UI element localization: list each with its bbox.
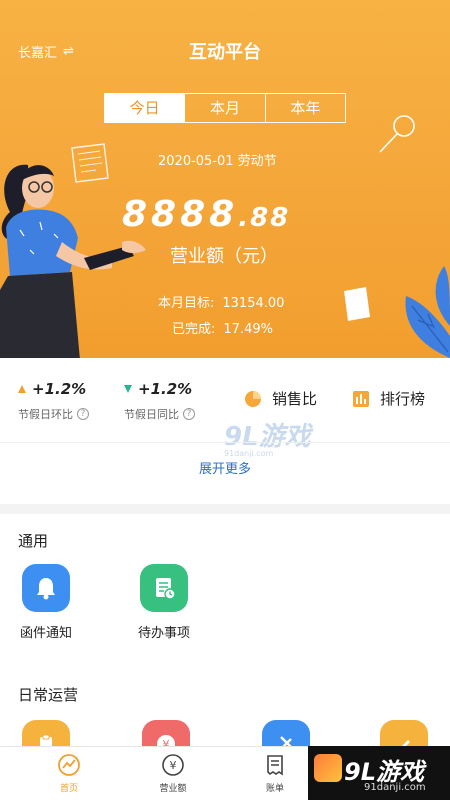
tab-revenue[interactable]: ¥ 营业额 [138,753,208,794]
holiday-yoy-stat: +1.2% 节假日同比 ? [124,380,195,422]
home-chart-icon [57,753,81,777]
daily-ops-section-title: 日常运营 [18,686,79,704]
watermark: 9L游戏 91danji.com [224,416,311,458]
sales-ratio-label: 销售比 [272,390,318,408]
mail-notice-tile[interactable]: 函件通知 [6,564,86,641]
mail-notice-label: 函件通知 [19,626,72,641]
general-section-title: 通用 [18,532,49,550]
corner-watermark-sub: 91danji.com [364,782,426,793]
tab-year[interactable]: 本年 [266,94,345,122]
pie-chart-icon [245,390,261,407]
revenue-label: 营业额（元） [170,246,278,267]
svg-text:¥: ¥ [170,759,177,772]
tab-revenue-label: 营业额 [159,784,187,794]
bell-icon [22,564,70,612]
daily-ops-section: 日常运营 ¥ [0,664,450,768]
tab-bill-label: 账单 [265,784,284,794]
bill-icon [263,753,287,777]
tab-today[interactable]: 今日 [105,94,186,122]
tab-home-label: 首页 [59,784,78,794]
bar-chart-icon [353,390,369,407]
hero-banner: 长嘉汇 ⇌ 互动平台 今日 本月 本年 2020-05-01 劳动节 8888.… [0,0,450,358]
tab-month[interactable]: 本月 [185,94,266,122]
corner-watermark: 9L游戏 91danji.com [308,746,450,800]
general-section: 通用 函件通知 待办事项 [0,514,450,664]
leaf-decoration [405,266,450,358]
tab-home[interactable]: 首页 [34,753,104,794]
page-title: 互动平台 [189,42,261,63]
expand-more-link[interactable]: 展开更多 [0,458,450,477]
trend-up-icon [18,385,26,393]
divider [0,442,450,443]
ranking-link[interactable]: 排行榜 [352,388,425,409]
watermark-logo [314,754,342,782]
holiday-ring-stat: +1.2% 节假日环比 ? [18,380,89,422]
paper-icon [71,143,109,183]
trend-down-icon [124,385,132,393]
holiday-yoy-value: +1.2% [138,380,193,398]
holiday-ring-label: 节假日环比 [18,408,73,421]
note-icon [344,287,370,321]
period-segmented-control: 今日 本月 本年 [104,93,346,123]
monthly-target-value: 13154.00 [222,296,285,311]
help-icon[interactable]: ? [77,408,89,420]
monthly-target-label: 本月目标: [158,296,215,311]
yuan-circle-icon: ¥ [161,753,185,777]
sales-ratio-link[interactable]: 销售比 [244,388,317,409]
revenue-amount-int: 8888 [122,194,239,235]
completion-value: 17.49% [223,322,273,337]
stats-panel: +1.2% 节假日环比 ? +1.2% 节假日同比 ? 销售比 排行榜 9L游戏… [0,358,450,504]
monthly-target: 本月目标: 13154.00 [158,292,284,311]
todo-label: 待办事项 [137,626,190,641]
completion-rate: 已完成: 17.49% [172,318,273,337]
help-icon[interactable]: ? [183,408,195,420]
completion-label: 已完成: [172,322,216,337]
revenue-amount: 8888.88 [122,194,290,235]
todo-icon [140,564,188,612]
date-label: 2020-05-01 劳动节 [158,154,277,169]
todo-tile[interactable]: 待办事项 [124,564,204,641]
tab-bill[interactable]: 账单 [240,753,310,794]
holiday-yoy-label: 节假日同比 [124,408,179,421]
watermark-text: 9L游戏 [224,422,311,452]
holiday-ring-value: +1.2% [32,380,87,398]
ranking-label: 排行榜 [380,390,426,408]
revenue-amount-dec: .88 [238,203,291,233]
magnifier-icon [379,115,415,153]
